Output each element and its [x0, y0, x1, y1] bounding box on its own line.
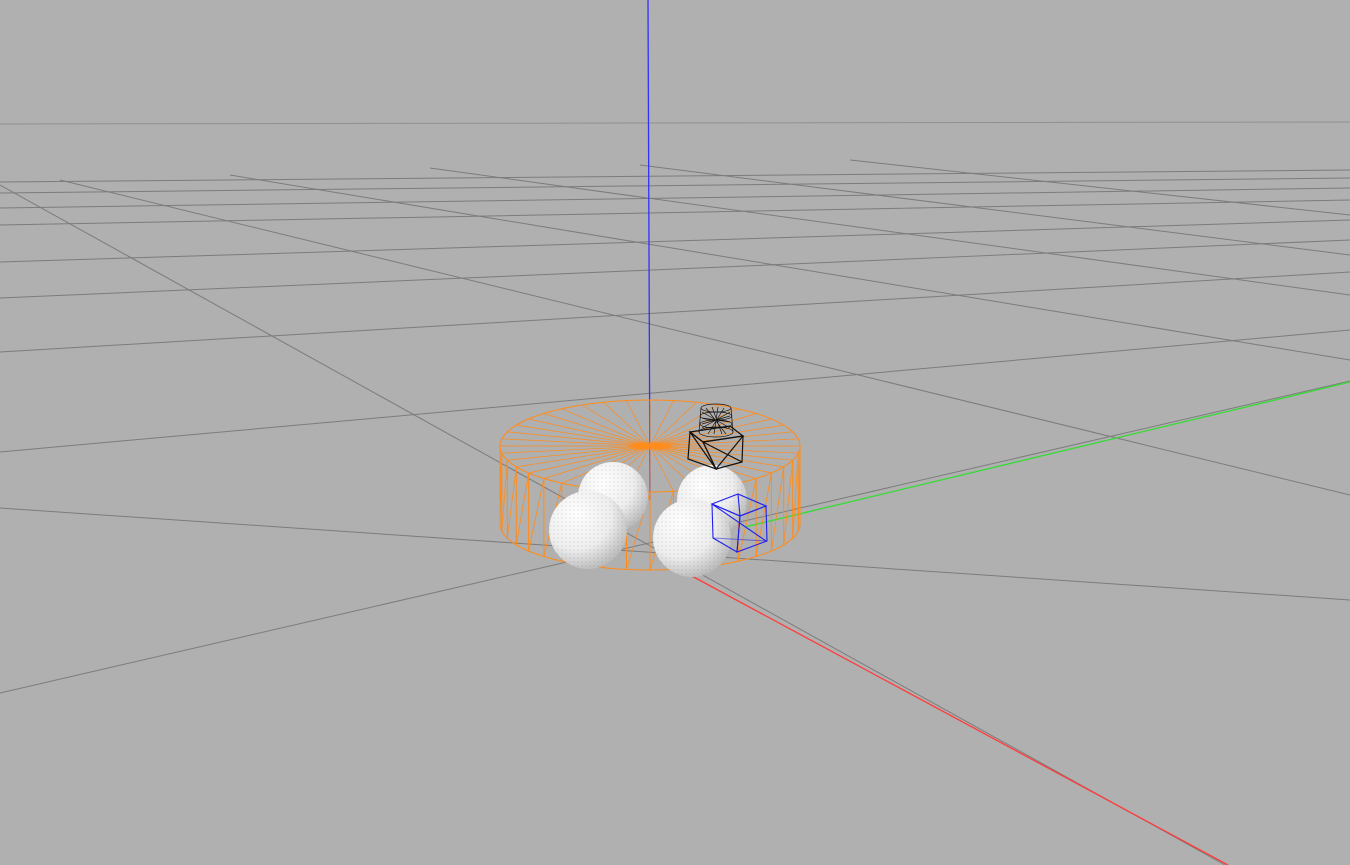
sphere[interactable]: [549, 491, 627, 569]
x-axis: [689, 574, 1229, 865]
camera-lens-icon: [698, 403, 734, 438]
3d-viewport[interactable]: [0, 0, 1350, 865]
world-axes: [647, 0, 1350, 865]
scene-canvas[interactable]: [0, 0, 1350, 865]
y-axis: [744, 381, 1350, 528]
ground-grid: [0, 121, 1350, 865]
cylinder-wireframe[interactable]: [499, 399, 801, 571]
spheres[interactable]: [549, 462, 747, 577]
